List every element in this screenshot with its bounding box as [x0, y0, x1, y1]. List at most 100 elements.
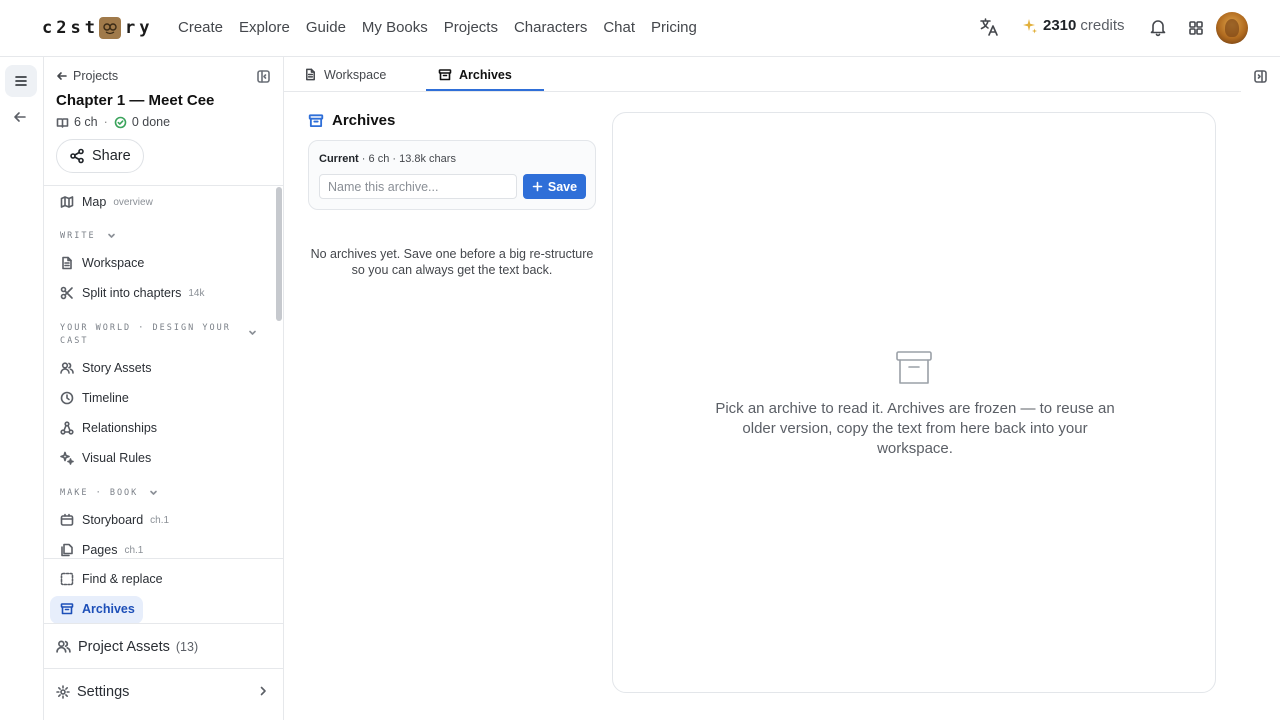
sidebar-scrollbar[interactable]: [276, 187, 282, 321]
section-write[interactable]: WRITE: [60, 230, 116, 243]
archive-icon: [895, 349, 933, 387]
sidebar-item-find-replace[interactable]: Find & replace: [60, 567, 163, 591]
menu-icon[interactable]: [5, 65, 37, 97]
back-arrow-icon[interactable]: [12, 109, 28, 125]
network-icon: [60, 421, 74, 435]
map-tag: overview: [113, 196, 153, 208]
credits-button[interactable]: 2310 credits: [1022, 17, 1125, 34]
done-count: 0 done: [131, 115, 171, 129]
project-assets-label: Project Assets: [78, 638, 170, 655]
pages-icon: [60, 543, 74, 557]
sidebar-item-label: Map: [82, 195, 107, 209]
clock-icon: [60, 391, 74, 405]
save-archive-card: Current · 6 ch · 13.8k chars Save: [308, 140, 596, 210]
sidebar-item-map[interactable]: Map overview: [60, 190, 153, 214]
archive-name-input[interactable]: [319, 174, 517, 199]
save-label: Save: [547, 179, 578, 194]
current-label: Current: [319, 153, 359, 165]
sidebar-item-label: Storyboard: [82, 513, 144, 527]
pages-tag: ch.1: [124, 544, 144, 556]
sidebar-item-story-assets[interactable]: Story Assets: [60, 356, 151, 380]
sidebar-item-pages[interactable]: Pages ch.1: [60, 538, 143, 558]
sidebar-item-split-chapters[interactable]: Split into chapters 14k: [60, 281, 204, 305]
archive-icon: [438, 68, 452, 80]
archive-icon: [60, 602, 74, 616]
project-title: Chapter 1 — Meet Cee: [56, 92, 215, 109]
sidebar-item-label: Find & replace: [82, 572, 163, 586]
save-archive-button[interactable]: Save: [523, 174, 586, 199]
project-assets-count: (13): [175, 639, 199, 654]
book-icon: [56, 116, 69, 129]
section-your-world[interactable]: YOUR WORLD · DESIGN YOUR CAST: [60, 322, 240, 348]
nav-projects[interactable]: Projects: [436, 17, 506, 39]
nav-pricing[interactable]: Pricing: [643, 17, 705, 39]
sidebar-item-label: Timeline: [82, 391, 129, 405]
top-bar: c2st ry Create Explore Guide My Books Pr…: [0, 0, 1280, 57]
arrow-left-icon: [57, 72, 67, 80]
share-icon: [70, 148, 84, 164]
settings-button[interactable]: Settings: [44, 668, 284, 714]
section-write-label: WRITE: [60, 231, 96, 241]
sidebar-nav-scroll: Map overview WRITE Workspace Split into …: [44, 186, 276, 558]
logo[interactable]: c2st ry: [42, 16, 153, 40]
back-to-projects-label: Projects: [73, 69, 119, 83]
sidebar-item-label: Pages: [82, 543, 118, 557]
archives-heading-label: Archives: [332, 112, 396, 129]
archive-reader-hint: Pick an archive to read it. Archives are…: [715, 400, 1115, 457]
main-content: Workspace Archives Archives Current · 6 …: [284, 57, 1241, 720]
project-assets-button[interactable]: Project Assets (13): [44, 623, 284, 669]
credits-label: credits: [1080, 17, 1125, 34]
find-replace-icon: [60, 572, 74, 586]
avatar[interactable]: [1216, 12, 1248, 44]
sidebar-item-storyboard[interactable]: Storyboard ch.1: [60, 508, 169, 532]
sidebar-item-label: Story Assets: [82, 361, 152, 375]
section-world-label: YOUR WORLD · DESIGN YOUR CAST: [60, 323, 231, 346]
translate-icon[interactable]: [978, 16, 1000, 38]
chapter-count: 6 ch: [74, 115, 98, 129]
nav-create[interactable]: Create: [170, 17, 231, 39]
toggle-right-panel-icon[interactable]: [1253, 69, 1268, 84]
sidebar-item-visual-rules[interactable]: Visual Rules: [60, 446, 151, 470]
chevron-down-icon[interactable]: [248, 328, 257, 337]
nav-guide[interactable]: Guide: [298, 17, 354, 39]
settings-label: Settings: [77, 683, 130, 700]
left-rail: [0, 57, 44, 720]
chevron-down-icon: [149, 488, 158, 497]
sidebar-tools-group: Find & replace Archives: [44, 558, 284, 624]
sidebar-item-timeline[interactable]: Timeline: [60, 386, 129, 410]
sidebar-item-archives[interactable]: Archives: [60, 597, 135, 621]
tab-workspace[interactable]: Workspace: [304, 57, 386, 92]
sidebar-item-label: Workspace: [82, 256, 145, 270]
check-circle-icon: [114, 116, 127, 129]
nav-characters[interactable]: Characters: [506, 17, 595, 39]
split-tag: 14k: [188, 287, 205, 299]
credits-amount: 2310: [1043, 17, 1077, 34]
active-tab-indicator: [426, 89, 544, 91]
apps-grid-icon[interactable]: [1188, 20, 1204, 36]
nav-explore[interactable]: Explore: [231, 17, 298, 39]
sidebar-item-relationships[interactable]: Relationships: [60, 416, 157, 440]
project-meta: 6 ch · 0 done: [56, 115, 170, 129]
archives-heading: Archives: [308, 112, 395, 129]
gear-icon: [56, 684, 70, 699]
sidebar-item-label: Archives: [82, 602, 135, 616]
logo-text-right: ry: [124, 18, 154, 38]
document-icon: [60, 256, 74, 270]
sidebar-item-label: Split into chapters: [82, 286, 182, 300]
archive-icon: [308, 113, 324, 127]
tab-archives[interactable]: Archives: [438, 57, 512, 92]
logo-text-left: c2st: [42, 18, 99, 38]
section-make-label: MAKE · BOOK: [60, 488, 139, 498]
section-make-book[interactable]: MAKE · BOOK: [60, 487, 158, 500]
meta-separator: ·: [103, 115, 108, 129]
collapse-sidebar-icon[interactable]: [256, 69, 271, 84]
chevron-right-icon: [257, 685, 269, 697]
logo-mark-icon: [98, 17, 121, 39]
share-button[interactable]: Share: [56, 139, 144, 173]
back-to-projects-link[interactable]: Projects: [56, 69, 118, 83]
bell-icon[interactable]: [1148, 17, 1168, 37]
nav-chat[interactable]: Chat: [595, 17, 643, 39]
nav-my-books[interactable]: My Books: [354, 17, 436, 39]
scissors-icon: [60, 286, 74, 300]
sidebar-item-workspace[interactable]: Workspace: [60, 251, 144, 275]
